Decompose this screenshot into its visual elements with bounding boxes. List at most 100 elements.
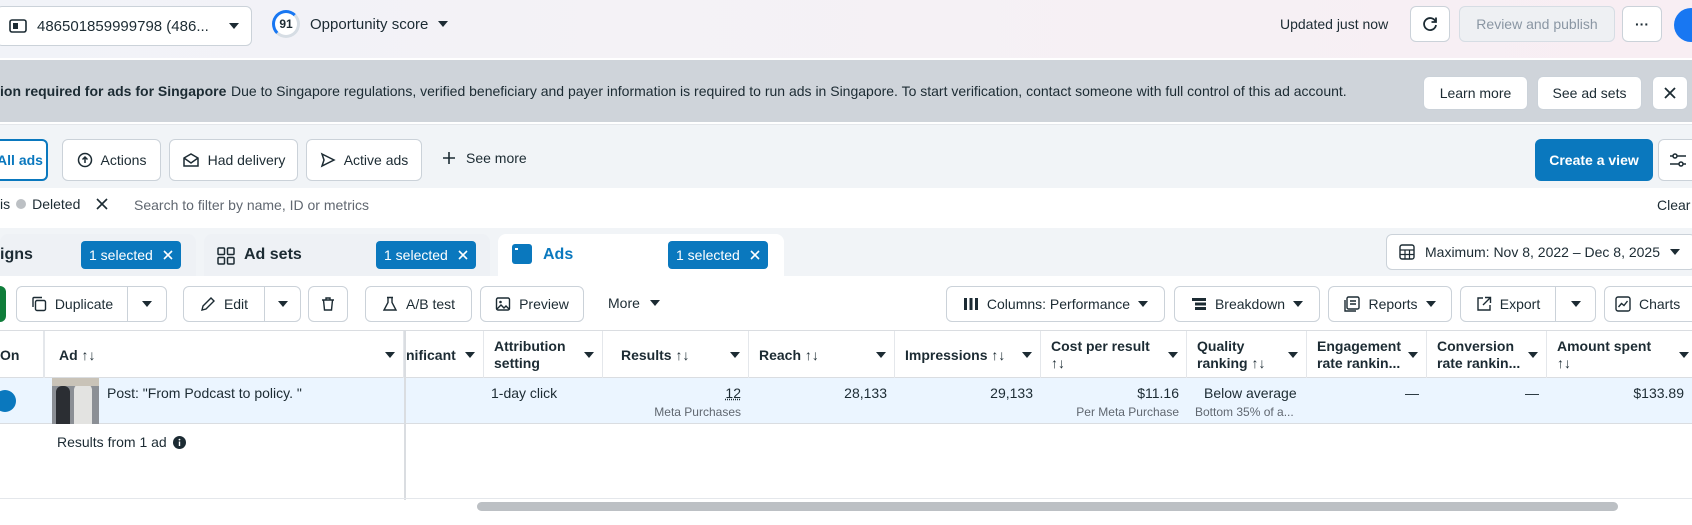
see-more-label: See more (466, 150, 527, 166)
account-name: 486501859999798 (486... (37, 17, 209, 35)
columns-icon (963, 297, 979, 311)
export-dropdown[interactable] (1555, 286, 1596, 322)
close-icon[interactable] (458, 250, 468, 260)
edit-dropdown[interactable] (264, 286, 301, 322)
chevron-down-icon[interactable] (1022, 352, 1032, 358)
filter-all-ads[interactable]: All ads (0, 139, 48, 181)
close-icon[interactable] (96, 198, 108, 210)
results-summary-label: Results from 1 ad (57, 434, 167, 450)
chevron-down-icon[interactable] (584, 352, 594, 358)
selected-count: 1 selected (384, 247, 448, 263)
column-header-impressions[interactable]: Impressions ↑↓ (895, 331, 1041, 379)
table-header: On Ad ↑↓ nificant Attribution setting Re… (0, 330, 1692, 379)
send-icon (320, 152, 336, 168)
horizontal-scrollbar[interactable] (477, 502, 1618, 511)
ads-selected-badge[interactable]: 1 selected (668, 241, 768, 269)
view-settings-button[interactable] (1658, 139, 1692, 181)
filter-actions[interactable]: Actions (62, 139, 161, 181)
preview-button[interactable]: Preview (480, 286, 584, 322)
more-label: More (608, 295, 640, 311)
close-icon[interactable] (163, 250, 173, 260)
tab-ad-sets-label: Ad sets (244, 246, 302, 263)
opportunity-score-button[interactable]: 91 Opportunity score (272, 10, 449, 38)
chevron-down-icon[interactable] (1528, 352, 1538, 358)
column-header-engagement-ranking[interactable]: Engagement rate rankin... (1307, 331, 1427, 379)
chevron-down-icon (142, 301, 152, 307)
adsets-selected-badge[interactable]: 1 selected (376, 241, 476, 269)
breakdown-button[interactable]: Breakdown (1174, 286, 1320, 322)
column-header-conversion-ranking[interactable]: Conversion rate rankin... (1427, 331, 1547, 379)
search-input[interactable]: Search to filter by name, ID or metrics (134, 197, 369, 213)
refresh-button[interactable] (1410, 6, 1450, 42)
ab-test-label: A/B test (405, 296, 456, 312)
cell-reach: 28,133 (844, 385, 887, 401)
column-header-results[interactable]: Results ↑↓ (603, 331, 749, 379)
chevron-down-icon (277, 301, 288, 307)
column-header-quality-ranking[interactable]: Quality ranking ↑↓ (1187, 331, 1307, 379)
duplicate-button[interactable]: Duplicate (16, 286, 128, 322)
column-header-attribution[interactable]: Attribution setting (484, 331, 603, 379)
create-view-button[interactable]: Create a view (1535, 139, 1653, 181)
cell-results[interactable]: 12 (603, 385, 741, 401)
see-ad-sets-button[interactable]: See ad sets (1537, 76, 1642, 110)
chevron-down-icon (1425, 301, 1436, 307)
column-header-cost-per-result-label: Cost per result ↑↓ (1051, 338, 1150, 371)
updated-status: Updated just now (1280, 16, 1389, 32)
table-row[interactable]: Post: "From Podcast to policy. " 1-day c… (0, 378, 1692, 424)
charts-button[interactable]: Charts (1604, 286, 1692, 322)
export-button[interactable]: Export (1460, 286, 1556, 322)
column-header-significant[interactable]: nificant (406, 331, 484, 379)
ad-thumbnail[interactable] (52, 378, 99, 424)
create-button-edge[interactable] (0, 286, 6, 322)
campaigns-selected-badge[interactable]: 1 selected (81, 241, 181, 269)
cell-results-sub: Meta Purchases (654, 405, 741, 419)
ad-name[interactable]: Post: "From Podcast to policy. " (107, 385, 302, 401)
duplicate-dropdown[interactable] (127, 286, 167, 322)
column-header-cost-per-result[interactable]: Cost per result ↑↓ (1041, 331, 1187, 379)
flask-icon (382, 296, 398, 312)
clear-filters-button[interactable]: Clear (1657, 197, 1690, 213)
tab-campaigns[interactable]: igns 1 selected (0, 234, 196, 276)
reports-button[interactable]: Reports (1328, 286, 1452, 322)
filter-chip-deleted[interactable]: is Deleted (0, 196, 108, 212)
account-selector[interactable]: 486501859999798 (486... (0, 6, 252, 46)
chevron-down-icon[interactable] (1288, 352, 1298, 358)
see-more-filters[interactable]: See more (442, 150, 527, 166)
copy-icon (31, 296, 47, 312)
chevron-down-icon[interactable] (730, 352, 740, 358)
cell-amount-spent: $133.89 (1633, 385, 1684, 401)
column-header-ad[interactable]: Ad ↑↓ (44, 331, 404, 379)
cell-conversion: — (1525, 385, 1539, 401)
more-actions-button[interactable]: More (608, 295, 660, 311)
columns-button[interactable]: Columns: Performance (946, 286, 1165, 322)
column-header-reach-label: Reach ↑↓ (759, 346, 819, 363)
filter-active-ads[interactable]: Active ads (306, 139, 422, 181)
results-summary: Results from 1 ad (57, 434, 186, 450)
ad-on-toggle[interactable] (0, 390, 16, 412)
delete-button[interactable] (308, 286, 348, 322)
column-header-reach[interactable]: Reach ↑↓ (749, 331, 895, 379)
tab-ad-sets[interactable]: Ad sets 1 selected (204, 234, 490, 276)
chevron-down-icon (649, 300, 660, 306)
more-options-button[interactable]: ··· (1622, 6, 1662, 42)
review-and-publish-button[interactable]: Review and publish (1459, 6, 1615, 42)
close-icon[interactable] (750, 250, 760, 260)
column-header-amount-spent[interactable]: Amount spent ↑↓ (1547, 331, 1692, 379)
column-header-on[interactable]: On (0, 331, 44, 379)
chevron-down-icon[interactable] (876, 352, 886, 358)
close-banner-button[interactable] (1652, 76, 1688, 110)
chevron-down-icon[interactable] (385, 352, 395, 358)
chevron-down-icon[interactable] (1679, 352, 1689, 358)
column-header-results-label: Results ↑↓ (621, 346, 690, 363)
learn-more-button[interactable]: Learn more (1423, 76, 1528, 110)
refresh-icon (1421, 15, 1439, 33)
filter-had-delivery[interactable]: Had delivery (169, 139, 298, 181)
date-range-picker[interactable]: Maximum: Nov 8, 2022 – Dec 8, 2025 (1386, 234, 1692, 270)
chevron-down-icon[interactable] (1168, 352, 1178, 358)
chevron-down-icon[interactable] (1408, 352, 1418, 358)
edit-button[interactable]: Edit (183, 286, 265, 322)
tab-ads[interactable]: Ads 1 selected (498, 234, 784, 276)
ab-test-button[interactable]: A/B test (365, 286, 472, 322)
info-icon[interactable] (172, 435, 186, 449)
chevron-down-icon[interactable] (465, 352, 475, 358)
